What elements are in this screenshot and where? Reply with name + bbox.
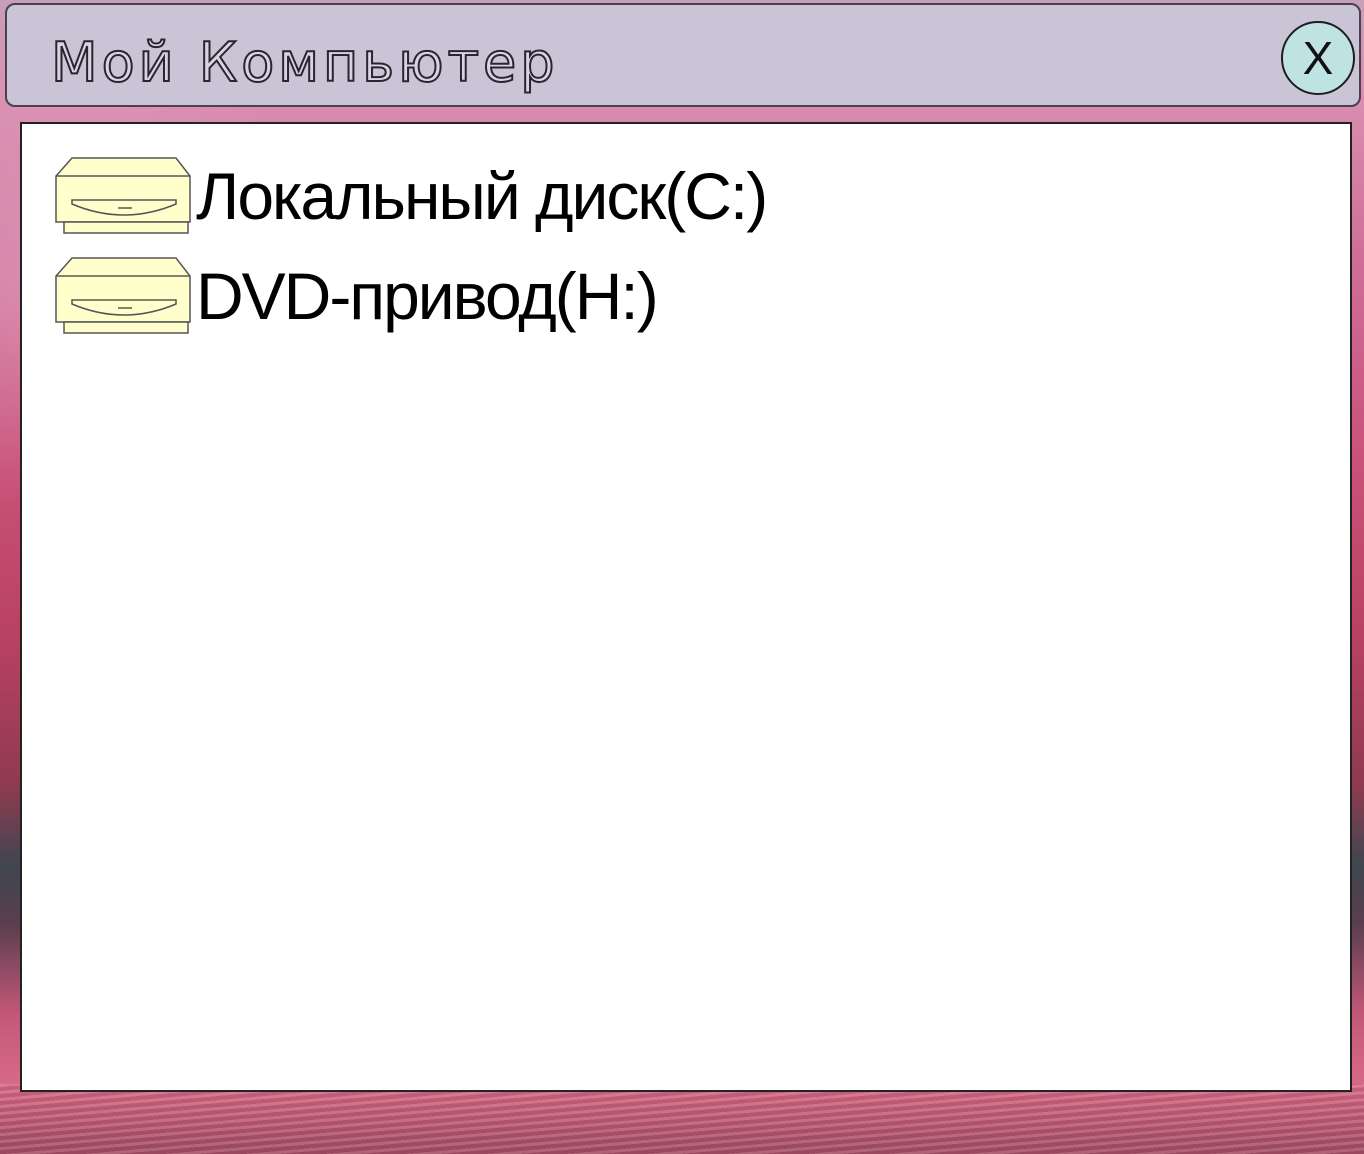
close-icon: X — [1302, 32, 1334, 84]
drive-icon — [55, 157, 191, 234]
drive-icon — [55, 257, 191, 334]
drive-label: Локальный диск(C:) — [196, 159, 768, 233]
title-bar: Мой Компьютер X — [5, 3, 1361, 107]
content-area: Локальный диск(C:) DVD-привод(H:) — [20, 122, 1352, 1092]
close-button[interactable]: X — [1281, 21, 1355, 95]
drive-item-h[interactable]: DVD-привод(H:) — [54, 254, 659, 338]
window-title: Мой Компьютер — [50, 30, 559, 95]
drive-label: DVD-привод(H:) — [196, 259, 659, 333]
drive-item-c[interactable]: Локальный диск(C:) — [54, 154, 768, 238]
